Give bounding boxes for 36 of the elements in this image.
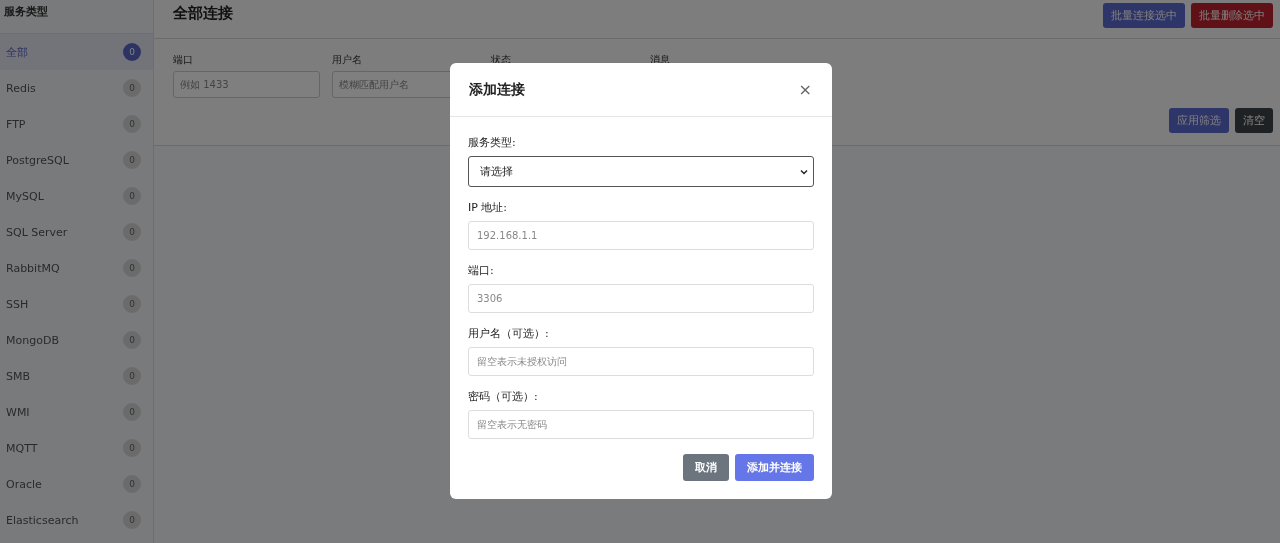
- dialog-button[interactable]: 添加并连接: [735, 454, 814, 481]
- bulk-action-button[interactable]: 批量连接选中: [1103, 3, 1185, 28]
- field-label: 端口:: [468, 263, 495, 278]
- field-label: 服务类型:: [468, 135, 517, 150]
- bulk-action-button[interactable]: 批量删除选中: [1191, 3, 1273, 28]
- filter-label: 用户名: [332, 53, 363, 67]
- filter-button[interactable]: 清空: [1235, 108, 1273, 133]
- sidebar-item[interactable]: 全部 0: [0, 34, 153, 70]
- sidebar-item-label: PostgreSQL: [6, 153, 69, 167]
- sidebar-item-label: MQTT: [6, 441, 38, 455]
- count-badge: 0: [123, 43, 141, 61]
- close-button[interactable]: ×: [796, 80, 814, 99]
- sidebar-item-label: 全部: [6, 44, 28, 60]
- field-label: IP 地址:: [468, 200, 509, 215]
- sidebar-item-label: RabbitMQ: [6, 261, 60, 275]
- sidebar-item-label: Elasticsearch: [6, 513, 79, 527]
- select-field[interactable]: 请选择: [468, 156, 814, 187]
- sidebar-item-label: FTP: [6, 117, 26, 131]
- filter-button[interactable]: 应用筛选: [1169, 108, 1229, 133]
- field-label: 用户名（可选）:: [468, 326, 550, 341]
- input-field[interactable]: 3306: [468, 284, 814, 313]
- sidebar-item-label: SMB: [6, 369, 31, 383]
- input-field[interactable]: 192.168.1.1: [468, 221, 814, 250]
- sidebar-item-label: Redis: [6, 81, 36, 95]
- field-label: 密码（可选）:: [468, 389, 539, 404]
- sidebar-item-label: WMI: [6, 405, 30, 419]
- input-field[interactable]: 留空表示未授权访问: [468, 347, 814, 376]
- dialog-button[interactable]: 取消: [683, 454, 729, 481]
- page-title: 全部连接: [173, 3, 233, 24]
- sidebar-item-label: MySQL: [6, 189, 44, 203]
- sidebar-item-label: MongoDB: [6, 333, 59, 347]
- sidebar-item-label: SQL Server: [6, 225, 68, 239]
- filter-label: 端口: [173, 53, 194, 67]
- sidebar-item-label: Oracle: [6, 477, 42, 491]
- sidebar-item-label: SSH: [6, 297, 29, 311]
- input-field[interactable]: 留空表示无密码: [468, 410, 814, 439]
